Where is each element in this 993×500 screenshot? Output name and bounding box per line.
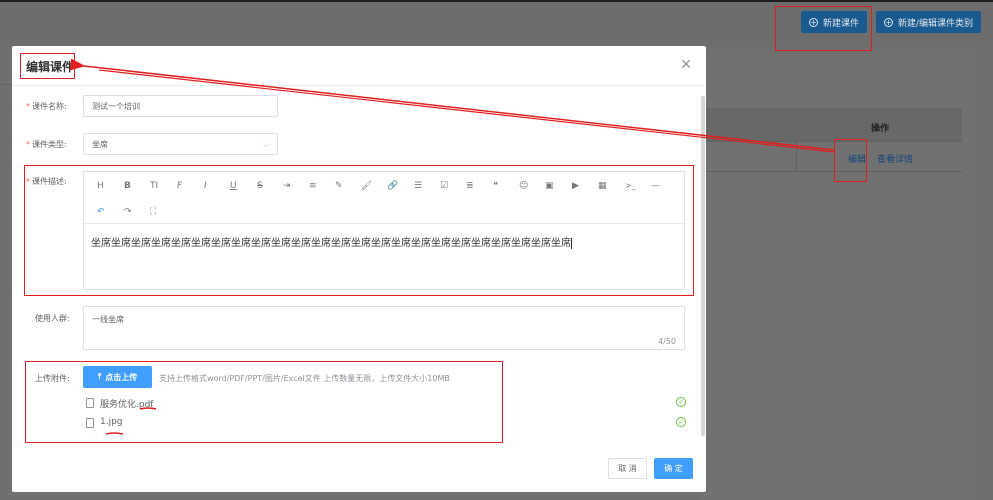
annotation-box-new-button xyxy=(775,6,872,51)
plus-circle-icon: + xyxy=(884,17,893,27)
close-icon[interactable]: ✕ xyxy=(680,57,692,73)
course-type-label: * 课件类型: xyxy=(26,139,67,150)
operation-column-header: 操作 xyxy=(871,124,890,134)
cancel-button[interactable]: 取 消 xyxy=(608,458,647,479)
audience-textarea[interactable]: 一线坐席 4/50 xyxy=(83,306,685,350)
annotation-box-attachments xyxy=(25,361,503,443)
dialog-header: 编辑课件 ✕ xyxy=(12,46,706,86)
table-header xyxy=(700,108,962,142)
required-mark: * xyxy=(26,102,30,111)
view-detail-link[interactable]: 查看详情 xyxy=(877,152,913,165)
course-name-value: 测试一个培训 xyxy=(92,101,140,111)
new-edit-category-label: 新建/编辑课件类别 xyxy=(898,18,974,29)
dialog-scrollbar[interactable] xyxy=(701,96,705,436)
audience-char-count: 4/50 xyxy=(658,337,676,346)
annotation-box-edit-link xyxy=(834,139,867,182)
required-mark: * xyxy=(26,140,30,149)
course-type-value: 坐席 xyxy=(92,139,108,149)
annotation-box-title xyxy=(20,53,75,79)
course-name-label: * 课件名称: xyxy=(26,101,67,112)
column-divider xyxy=(796,142,797,172)
new-edit-category-button[interactable]: + 新建/编辑课件类别 xyxy=(876,11,982,33)
course-type-label-text: 课件类型: xyxy=(32,140,67,149)
course-name-label-text: 课件名称: xyxy=(32,102,67,111)
audience-label: 使用人群: xyxy=(35,314,70,323)
table-row xyxy=(700,142,962,172)
annotation-box-description xyxy=(24,165,694,296)
chevron-down-icon: ⌵ xyxy=(262,140,269,149)
course-type-select[interactable]: 坐席 ⌵ xyxy=(83,133,278,155)
audience-value: 一线坐席 xyxy=(92,315,124,324)
check-circle-icon: ✓ xyxy=(676,397,686,407)
confirm-button[interactable]: 确 定 xyxy=(654,458,693,479)
check-circle-icon: ✓ xyxy=(676,417,686,427)
course-name-input[interactable]: 测试一个培训 xyxy=(83,95,278,117)
